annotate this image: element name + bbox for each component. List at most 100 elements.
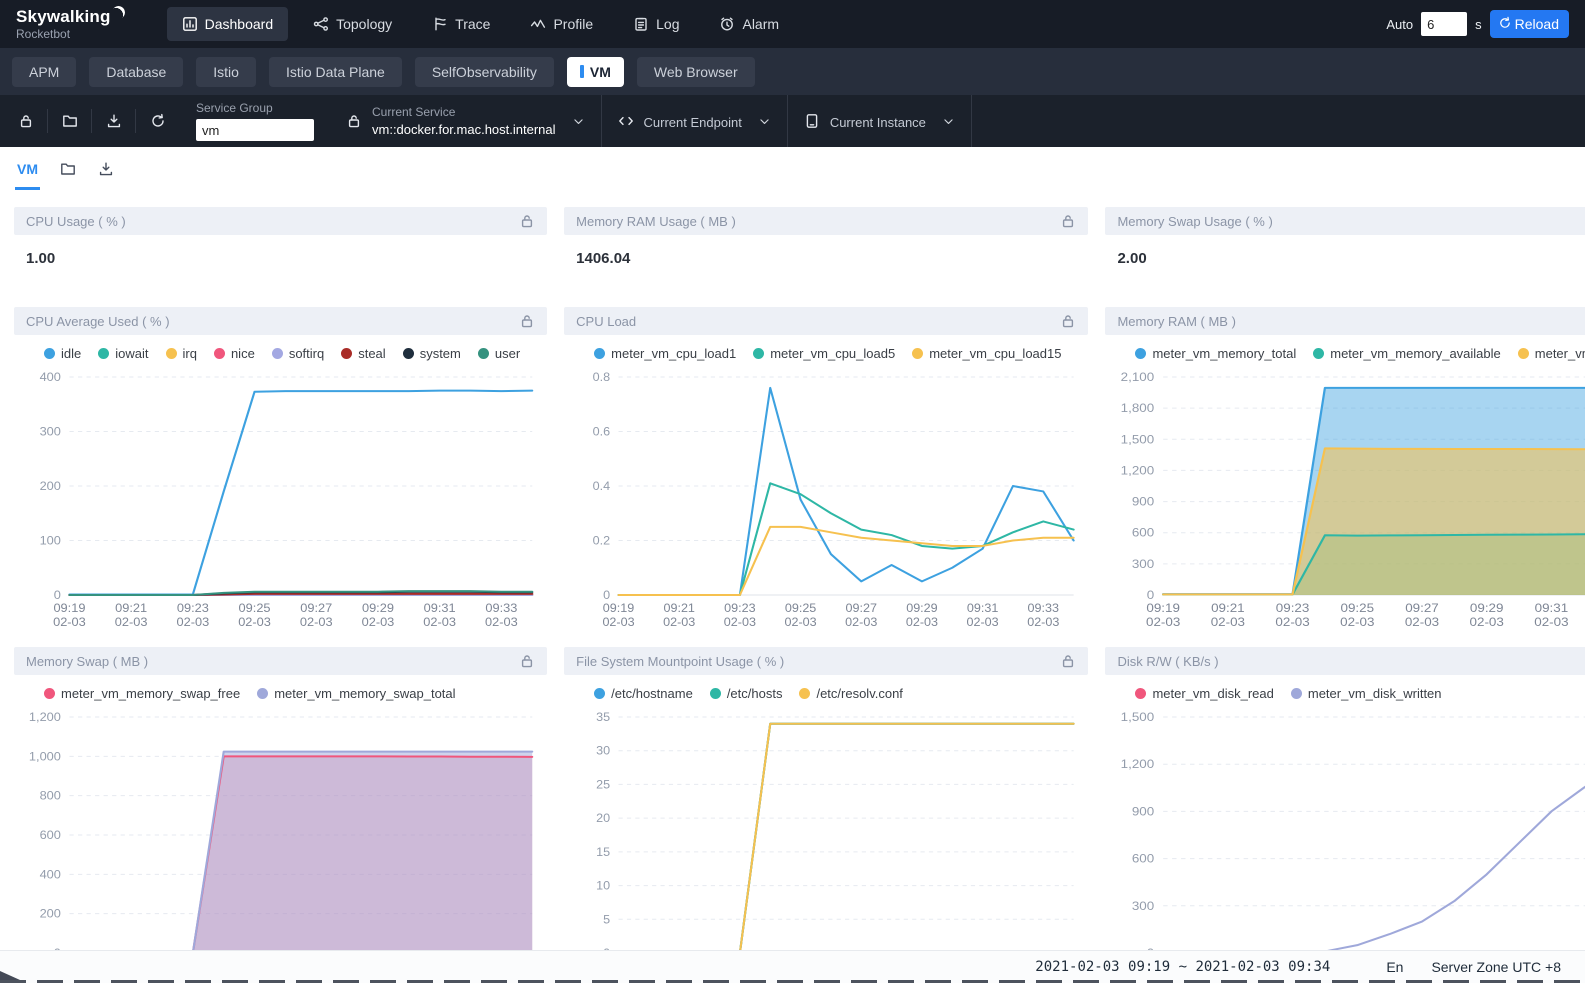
nav-item-topology[interactable]: Topology	[298, 7, 407, 41]
svg-text:300: 300	[1132, 557, 1154, 571]
chart-canvas[interactable]: 03006009001,2001,5001,8002,10009:1902-03…	[1105, 363, 1585, 635]
nav-item-dashboard[interactable]: Dashboard	[167, 7, 289, 41]
nav-item-profile[interactable]: Profile	[515, 7, 608, 41]
legend-color-dot	[1291, 688, 1302, 699]
svg-text:1,800: 1,800	[1121, 401, 1155, 415]
page-tabs-bar: VM	[0, 147, 1585, 190]
template-tab-istio-data-plane[interactable]: Istio Data Plane	[269, 57, 402, 87]
current-instance-selector[interactable]: Current Instance	[787, 95, 972, 147]
legend-item[interactable]: steal	[341, 346, 385, 361]
nav-item-trace[interactable]: Trace	[417, 7, 505, 41]
legend-label: user	[495, 346, 520, 361]
download-icon[interactable]	[98, 161, 114, 177]
legend-item[interactable]: nice	[214, 346, 255, 361]
svg-text:09:31: 09:31	[967, 601, 999, 615]
svg-text:300: 300	[1132, 898, 1154, 912]
folder-icon[interactable]	[60, 161, 76, 177]
code-icon	[618, 113, 634, 129]
folder-icon[interactable]	[48, 109, 92, 133]
chart-canvas[interactable]: 02004006008001,0001,20009:1902-0309:2102…	[14, 703, 547, 983]
template-tab-database[interactable]: Database	[89, 57, 183, 87]
lock-icon[interactable]	[519, 313, 535, 329]
panel-title: Memory RAM ( MB )	[1117, 314, 1235, 329]
legend-item[interactable]: meter_vm_cpu_load5	[753, 346, 895, 361]
svg-text:02-03: 02-03	[177, 615, 210, 629]
tab-vm[interactable]: VM	[17, 147, 38, 190]
legend-item[interactable]: meter_vm_cpu_load15	[912, 346, 1061, 361]
current-service-selector[interactable]: Current Service vm::docker.for.mac.host.…	[330, 95, 601, 147]
language-toggle[interactable]: En	[1386, 959, 1403, 975]
reload-icon	[1498, 16, 1512, 33]
legend-item[interactable]: meter_vm_disk_written	[1291, 686, 1442, 701]
legend-item[interactable]: meter_vm_disk_read	[1135, 686, 1273, 701]
svg-text:300: 300	[40, 425, 61, 439]
svg-text:30: 30	[596, 744, 610, 758]
template-tab-apm[interactable]: APM	[12, 57, 76, 87]
legend-color-dot	[257, 688, 268, 699]
legend-item[interactable]: meter_vm_memory_total	[1135, 346, 1296, 361]
svg-text:09:21: 09:21	[115, 601, 147, 615]
legend-item[interactable]: /etc/resolv.conf	[799, 686, 902, 701]
legend-item[interactable]: irq	[166, 346, 197, 361]
chart-panel: Memory RAM ( MB ) meter_vm_memory_total m…	[1105, 307, 1585, 635]
nav-item-alarm[interactable]: Alarm	[704, 7, 794, 41]
lock-icon[interactable]	[1060, 213, 1076, 229]
lock-icon[interactable]	[1060, 313, 1076, 329]
brand[interactable]: Skywalking Rocketbot	[16, 8, 125, 40]
legend-item[interactable]: system	[403, 346, 461, 361]
legend-item[interactable]: meter_vm_memory_swap_total	[257, 686, 455, 701]
auto-reload-area: Auto s Reload	[1386, 10, 1569, 38]
lock-icon[interactable]	[4, 109, 48, 133]
panel-title: Memory RAM Usage ( MB )	[576, 214, 736, 229]
lock-icon[interactable]	[519, 653, 535, 669]
chevron-down-icon	[942, 115, 955, 128]
legend-item[interactable]: idle	[44, 346, 81, 361]
legend-item[interactable]: iowait	[98, 346, 148, 361]
lock-icon[interactable]	[519, 213, 535, 229]
legend-item[interactable]: /etc/hosts	[710, 686, 783, 701]
lock-icon[interactable]	[1060, 653, 1076, 669]
metric-panel: Memory Swap Usage ( % ) 2.00	[1105, 207, 1585, 295]
template-tab-selfobservability[interactable]: SelfObservability	[415, 57, 554, 87]
nav-item-log[interactable]: Log	[618, 7, 694, 41]
template-tab-vm[interactable]: VM	[567, 57, 624, 87]
legend-item[interactable]: meter_vm_memory_swap_free	[44, 686, 240, 701]
legend-label: meter_vm_memory_swap_free	[61, 686, 240, 701]
chart-canvas[interactable]: 0510152025303509:1902-0309:2102-0309:230…	[564, 703, 1088, 983]
svg-text:0.8: 0.8	[593, 370, 611, 384]
legend-item[interactable]: meter_vm_memory_available	[1313, 346, 1501, 361]
chart-canvas[interactable]: 00.20.40.60.809:1902-0309:2102-0309:2302…	[564, 363, 1088, 635]
server-zone[interactable]: Server Zone UTC +8	[1431, 959, 1561, 975]
template-tab-label: Web Browser	[654, 64, 738, 80]
time-range[interactable]: 2021-02-03 09:19 ~ 2021-02-03 09:34	[1035, 959, 1330, 975]
legend-item[interactable]: meter_vm_cpu_load1	[594, 346, 736, 361]
svg-text:09:19: 09:19	[53, 601, 85, 615]
legend-item[interactable]: /etc/hostname	[594, 686, 693, 701]
template-tab-web-browser[interactable]: Web Browser	[637, 57, 755, 87]
reload-button[interactable]: Reload	[1490, 10, 1569, 38]
legend-item[interactable]: meter_vm	[1518, 346, 1585, 361]
template-tab-istio[interactable]: Istio	[196, 57, 256, 87]
chart-canvas[interactable]: 03006009001,2001,50009:1902-0309:2102-03…	[1105, 703, 1585, 983]
instance-icon	[804, 113, 820, 129]
svg-text:1,200: 1,200	[1121, 757, 1155, 771]
auto-unit-label: s	[1475, 17, 1482, 32]
service-group-input[interactable]	[196, 119, 314, 141]
current-endpoint-selector[interactable]: Current Endpoint	[601, 95, 787, 147]
svg-text:09:23: 09:23	[177, 601, 209, 615]
template-tabs-bar: APM Database Istio Istio Data Plane SelfObse…	[0, 48, 1585, 95]
nav-item-label: Log	[656, 16, 679, 32]
chart-canvas[interactable]: 010020030040009:1902-0309:2102-0309:2302…	[14, 363, 547, 635]
svg-text:1,500: 1,500	[1121, 432, 1155, 446]
chart-legend: idle iowait irq nice softirq steal system user	[14, 335, 547, 363]
svg-text:09:29: 09:29	[362, 601, 394, 615]
legend-item[interactable]: user	[478, 346, 520, 361]
legend-color-dot	[753, 348, 764, 359]
legend-item[interactable]: softirq	[272, 346, 324, 361]
auto-interval-input[interactable]	[1421, 12, 1467, 36]
svg-text:02-03: 02-03	[663, 615, 695, 629]
svg-text:0: 0	[603, 588, 610, 602]
refresh-icon[interactable]	[136, 109, 180, 133]
download-icon[interactable]	[92, 109, 136, 133]
panel-grid: CPU Usage ( % ) 1.00 Memory RAM Usage ( …	[0, 190, 1585, 983]
